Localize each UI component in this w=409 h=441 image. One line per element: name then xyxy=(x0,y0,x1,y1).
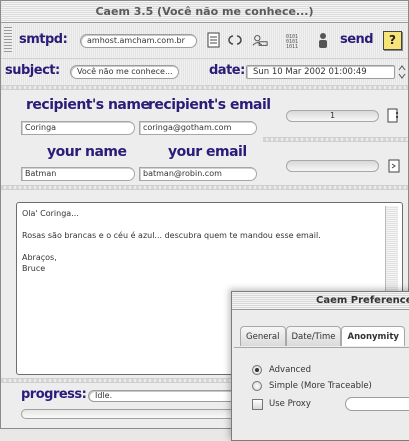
progress-status: Idle. xyxy=(88,390,238,402)
progress-label: progress: xyxy=(21,387,87,402)
use-proxy-label: Use Proxy xyxy=(269,399,311,409)
help-button[interactable]: ? xyxy=(383,31,402,50)
simple-label: Simple (More Traceable) xyxy=(269,381,372,391)
recipient-name-label: recipient's name xyxy=(26,97,150,113)
preferences-tabs: General Date/Time Anonymity xyxy=(240,326,405,348)
divider xyxy=(1,85,408,90)
preferences-dialog: Caem Preferences General Date/Time Anony… xyxy=(231,291,409,441)
advanced-label: Advanced xyxy=(269,365,311,375)
send-button[interactable]: send xyxy=(340,32,374,47)
person-card-icon[interactable] xyxy=(252,32,268,48)
message-line xyxy=(22,241,397,252)
recipient-email-label: recipient's email xyxy=(148,97,271,113)
your-email-label: your email xyxy=(168,144,247,160)
date-label: date: xyxy=(209,63,245,78)
help-label: ? xyxy=(389,33,396,47)
proxy-input[interactable] xyxy=(345,397,409,411)
tab-underline xyxy=(234,347,409,348)
your-name-label: your name xyxy=(47,144,127,160)
recipient-name-input[interactable]: Coringa xyxy=(21,121,135,135)
your-email-input[interactable]: batman@robin.com xyxy=(139,167,257,181)
close-icon[interactable] xyxy=(237,314,247,324)
smtpd-input[interactable]: amhost.amcham.com.br xyxy=(80,34,197,48)
attach-icon[interactable] xyxy=(387,158,400,173)
divider-2 xyxy=(1,185,408,190)
document-icon[interactable] xyxy=(206,32,222,48)
link-icon[interactable] xyxy=(227,32,243,48)
message-line: Rosas são brancas e o céu é azul... desc… xyxy=(22,231,321,240)
sender-pill[interactable] xyxy=(286,160,379,172)
message-line xyxy=(22,219,397,230)
subject-label: subject: xyxy=(5,63,60,78)
message-line: Ola' Coringa... xyxy=(22,209,79,218)
date-field[interactable]: Sun 10 Mar 2002 01:00:49 xyxy=(246,65,395,79)
user-icon[interactable] xyxy=(315,32,331,48)
radio-simple[interactable] xyxy=(252,381,262,391)
message-line: Bruce xyxy=(22,264,46,273)
message-line: Abraços, xyxy=(22,253,57,262)
your-name-input[interactable]: Batman xyxy=(21,167,135,181)
date-stepper-icon[interactable] xyxy=(397,63,407,81)
main-window: Caem 3.5 (Você não me conhece...) smtpd:… xyxy=(0,0,409,441)
subject-input[interactable]: Você não me conhece... xyxy=(70,65,179,79)
recipient-email-input[interactable]: coringa@gotham.com xyxy=(139,121,257,135)
use-proxy-checkbox[interactable] xyxy=(252,399,263,410)
preferences-title: Caem Preferences xyxy=(232,292,409,310)
svg-text:1011: 1011 xyxy=(286,44,298,48)
tab-general[interactable]: General xyxy=(240,326,286,346)
window-title: Caem 3.5 (Você não me conhece...) xyxy=(1,1,408,23)
radio-advanced[interactable] xyxy=(252,365,262,375)
smtpd-label: smtpd: xyxy=(19,32,68,47)
binary-icon[interactable]: 0101 0101 1011 xyxy=(285,32,305,48)
drag-handle[interactable] xyxy=(4,27,12,53)
recipient-counter[interactable]: 1 xyxy=(286,110,379,122)
progress-bar xyxy=(21,409,241,419)
tab-datetime[interactable]: Date/Time xyxy=(285,326,342,346)
address-book-icon[interactable] xyxy=(386,107,400,123)
divider-right xyxy=(263,137,408,142)
tab-anonymity[interactable]: Anonymity xyxy=(341,326,405,346)
